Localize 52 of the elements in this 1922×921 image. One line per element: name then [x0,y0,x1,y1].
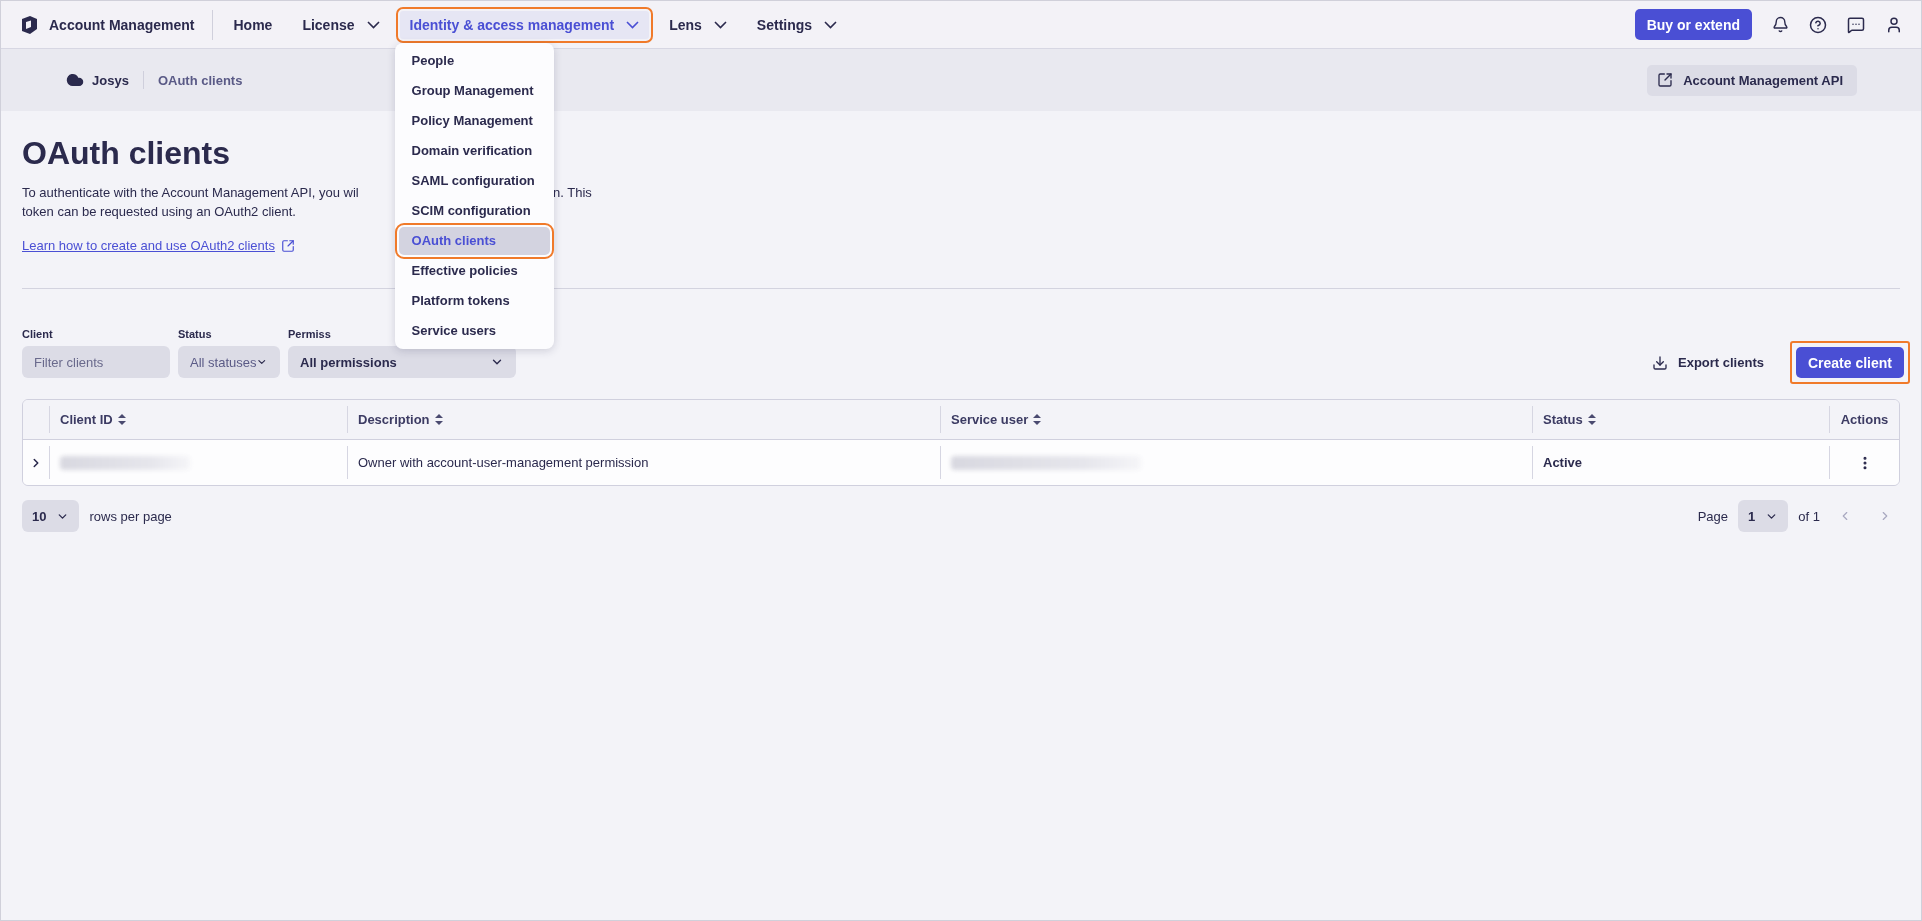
filter-label: Client [22,328,53,342]
learn-link[interactable]: Learn how to create and use OAuth2 clients [22,238,295,253]
export-button[interactable]: Export clients [1646,353,1770,372]
menu-item[interactable]: Policy Management [398,106,550,135]
table-cell: Owner with account-user-management permission [358,455,649,470]
cloud-icon [66,71,84,89]
chat-icon[interactable] [1847,15,1865,34]
column-header[interactable]: Actions [1840,412,1889,427]
column-header[interactable]: Description [358,412,443,427]
menu-item[interactable]: Platform tokens [398,286,550,315]
user-icon[interactable] [1885,15,1903,34]
column-header[interactable]: Service user [951,412,1042,427]
description-text: token can be requested using an OAuth2 client. [22,203,296,221]
logo-icon [19,14,39,35]
menu-item[interactable]: SAML configuration [398,166,550,195]
api-button[interactable]: Account Management API [1647,64,1857,96]
nav-item[interactable]: Settings [746,10,848,39]
external-link-icon [1657,72,1674,88]
description-text: To authenticate with the Account Management API, you wil [22,184,360,202]
page-label: Page [1697,508,1729,524]
help-icon[interactable] [1809,15,1827,34]
notifications-icon[interactable] [1772,16,1789,33]
buy-button[interactable]: Buy or extend [1634,9,1752,40]
external-link-icon [280,238,295,253]
page-title: OAuth clients [22,134,230,173]
nav-item[interactable]: License [292,10,390,39]
menu-item[interactable]: Effective policies [398,256,550,285]
column-header[interactable]: Status [1543,412,1596,427]
menu-item[interactable]: People [398,46,550,75]
filter-select[interactable]: All permissions [288,346,516,378]
nav-item[interactable]: Home [223,10,283,39]
download-icon [1652,354,1668,371]
breadcrumb-link[interactable]: Josys [66,71,144,89]
table-cell: Active [1543,455,1583,470]
menu-item[interactable]: Service users [398,316,550,345]
nav-item[interactable]: Lens [659,10,737,39]
app-name: Account Management [49,16,195,33]
page-size-select[interactable]: 10 [22,500,80,532]
description-text: n. This [553,184,592,202]
page-select[interactable]: 1 [1738,500,1789,532]
rows-label: rows per page [89,508,172,524]
breadcrumb-current[interactable]: OAuth clients [153,72,243,88]
create-button[interactable]: Create client [1795,347,1904,378]
page-count: of 1 [1798,508,1820,524]
menu-item[interactable]: Domain verification [398,136,550,165]
menu-item[interactable]: Group Management [398,76,550,105]
filter-label: Permiss [288,328,331,342]
menu-item[interactable]: SCIM configuration [398,196,550,225]
filter-label: Status [178,328,212,342]
filter-select[interactable]: All statuses [178,346,280,378]
filter-field[interactable]: Filter clients [22,346,170,378]
column-header[interactable]: Client ID [60,412,126,427]
